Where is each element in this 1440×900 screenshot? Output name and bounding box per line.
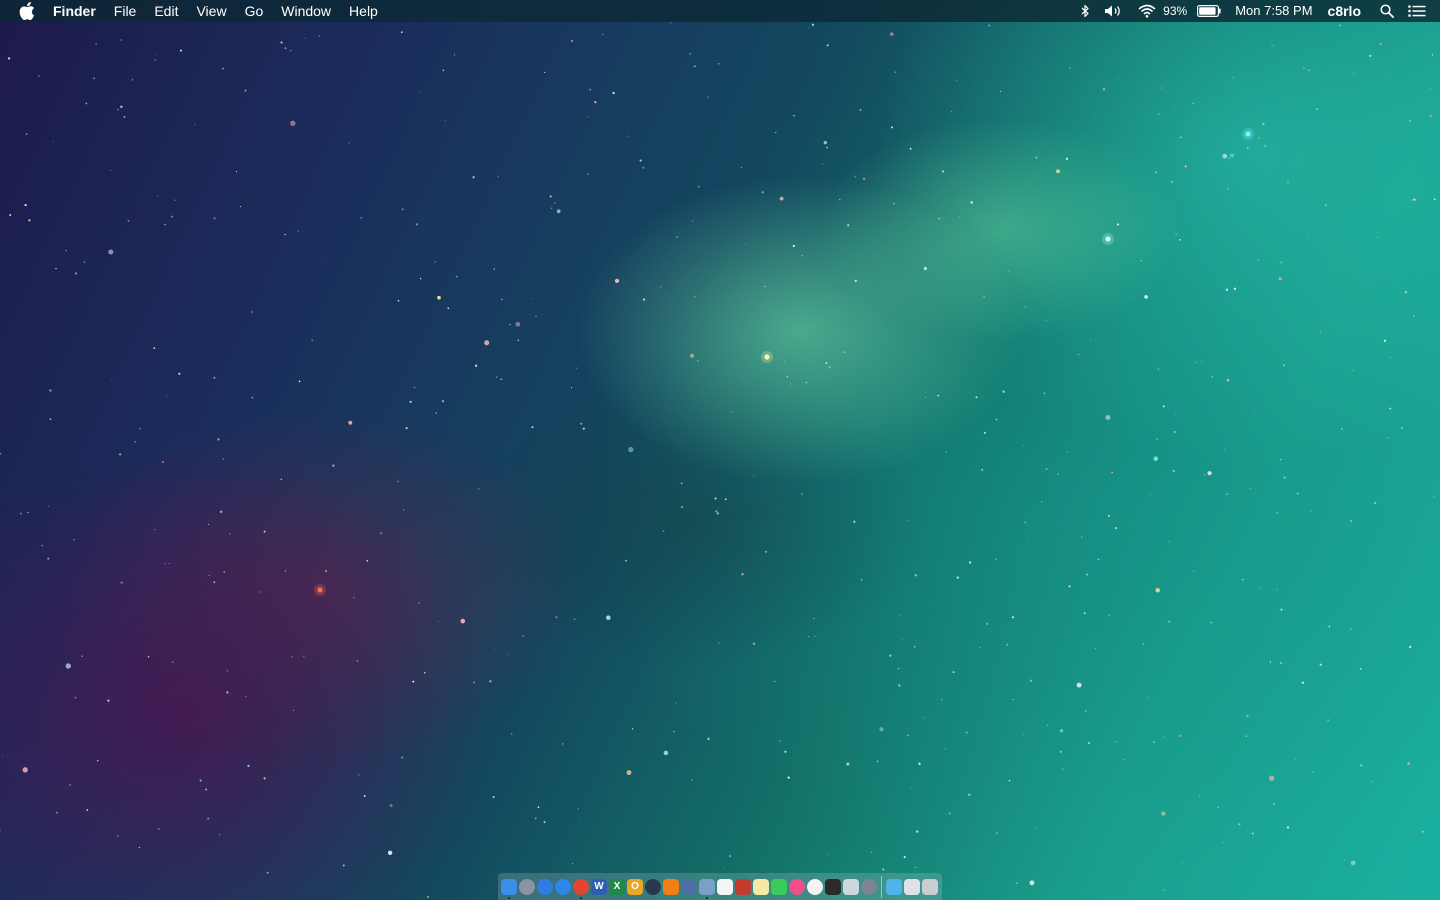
- dock-stacks: [885, 878, 939, 895]
- running-indicator: [508, 896, 510, 899]
- battery-percent[interactable]: 93%: [1163, 0, 1190, 22]
- dock-vlc-icon[interactable]: [663, 878, 679, 895]
- dock-photo-booth-icon[interactable]: [735, 878, 751, 895]
- dock: WXO: [498, 873, 942, 900]
- battery-icon[interactable]: [1190, 0, 1228, 22]
- nebula-wallpaper: [0, 22, 1436, 898]
- notification-center-icon[interactable]: [1401, 0, 1440, 22]
- dock-excel-glyph: X: [613, 880, 621, 892]
- menu-bar: Finder File Edit View Go Window Help 93%…: [0, 0, 1440, 22]
- dock-terminal-icon[interactable]: [825, 878, 841, 895]
- running-indicator: [580, 896, 582, 899]
- dock-apps: WXO: [500, 878, 878, 899]
- apple-logo-icon[interactable]: [19, 2, 37, 20]
- dock-launchpad-icon[interactable]: [519, 878, 535, 895]
- username-menu[interactable]: c8rlo: [1320, 0, 1373, 22]
- dock-network-utility-icon[interactable]: [681, 878, 697, 895]
- dock-applications-folder-icon[interactable]: [886, 878, 902, 895]
- desktop[interactable]: Finder File Edit View Go Window Help 93%…: [0, 0, 1440, 900]
- clock[interactable]: Mon 7:58 PM: [1228, 0, 1319, 22]
- dock-mail-icon[interactable]: [843, 878, 859, 895]
- menu-edit[interactable]: Edit: [145, 0, 187, 22]
- dock-trash-icon[interactable]: [922, 878, 938, 895]
- bluetooth-icon[interactable]: [1073, 0, 1097, 22]
- dock-separator: [881, 875, 882, 898]
- wifi-icon[interactable]: [1131, 0, 1163, 22]
- menu-window[interactable]: Window: [272, 0, 340, 22]
- dock-calendar-icon[interactable]: [717, 878, 733, 895]
- menu-go[interactable]: Go: [236, 0, 273, 22]
- dock-preview-icon[interactable]: [699, 878, 715, 899]
- menu-help[interactable]: Help: [340, 0, 387, 22]
- dock-safari-icon[interactable]: [555, 878, 571, 895]
- dock-messages-icon[interactable]: [771, 878, 787, 895]
- dock-downloads-folder-icon[interactable]: [904, 878, 920, 895]
- dock-steam-icon[interactable]: [645, 878, 661, 895]
- dock-notes-icon[interactable]: [753, 878, 769, 895]
- menu-file[interactable]: File: [105, 0, 146, 22]
- dock-chrome-icon[interactable]: [573, 878, 589, 899]
- dock-outlook-glyph: O: [631, 880, 639, 892]
- dock-app-store-icon[interactable]: [537, 878, 553, 895]
- dock-outlook-icon[interactable]: O: [627, 878, 643, 895]
- running-indicator: [706, 896, 708, 899]
- menu-app-name[interactable]: Finder: [53, 0, 105, 22]
- menu-view[interactable]: View: [187, 0, 235, 22]
- dock-itunes-icon[interactable]: [789, 878, 805, 895]
- dock-system-preferences-icon[interactable]: [861, 878, 877, 895]
- dock-word-glyph: W: [594, 880, 604, 892]
- search-icon[interactable]: [1373, 0, 1401, 22]
- dock-excel-icon[interactable]: X: [609, 878, 625, 895]
- dock-word-icon[interactable]: W: [591, 878, 607, 895]
- dock-photos-icon[interactable]: [807, 878, 823, 895]
- dock-finder-icon[interactable]: [501, 878, 517, 899]
- volume-icon[interactable]: [1097, 0, 1131, 22]
